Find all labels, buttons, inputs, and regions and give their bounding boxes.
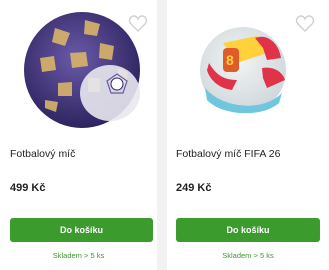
svg-text:8: 8 <box>226 52 234 68</box>
product-price: 249 Kč <box>176 182 212 194</box>
add-to-cart-button[interactable]: Do košíku <box>176 218 320 242</box>
product-card[interactable]: Fotbalový míč 499 Kč Do košíku Skladem >… <box>0 0 157 270</box>
heart-outline-icon[interactable] <box>295 14 315 34</box>
product-title[interactable]: Fotbalový míč FIFA 26 <box>176 148 280 160</box>
stock-status: Skladem > 5 ks <box>222 251 274 260</box>
product-title[interactable]: Fotbalový míč <box>10 148 75 160</box>
stock-status: Skladem > 5 ks <box>52 251 105 260</box>
add-to-cart-button[interactable]: Do košíku <box>10 218 153 242</box>
heart-outline-icon[interactable] <box>128 14 148 34</box>
product-card[interactable]: 8 Fotbalový míč FIFA 26 249 Kč Do košíku… <box>167 0 329 270</box>
card-gap <box>160 0 166 270</box>
product-price: 499 Kč <box>10 182 46 194</box>
